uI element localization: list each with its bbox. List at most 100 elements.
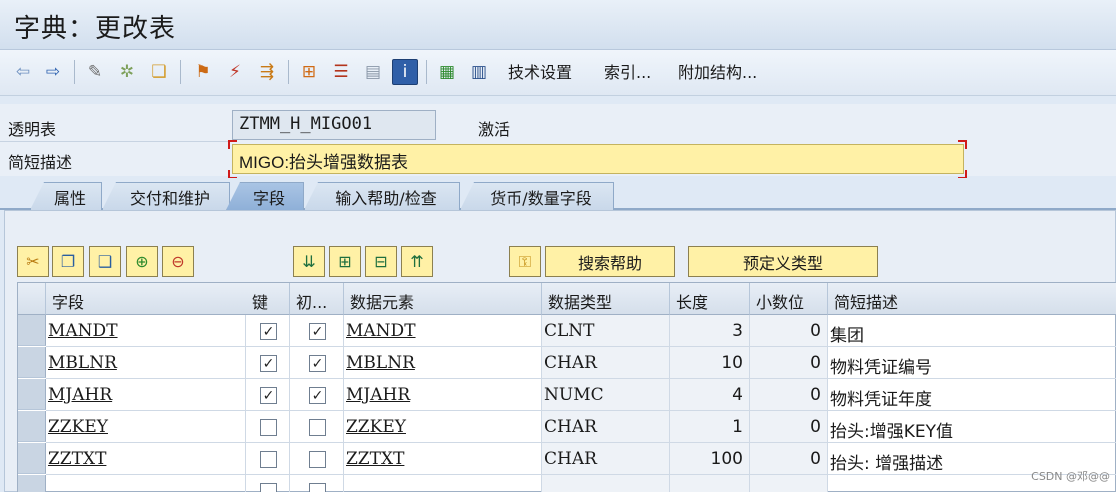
table-cell-desc: 集团 (828, 315, 1116, 347)
table-cell-field[interactable]: MBLNR (46, 347, 246, 379)
align-icon[interactable]: ☰ (328, 59, 354, 85)
col-header-init[interactable]: 初... (290, 283, 344, 315)
table-cell-length: 100 (670, 443, 750, 475)
table-cell-type: CLNT (542, 315, 670, 347)
info-icon[interactable]: i (392, 59, 418, 85)
where-used-icon[interactable]: ⚑ (190, 59, 216, 85)
search-help-button[interactable]: 搜索帮助 (545, 246, 675, 277)
tab-delivery-maintenance[interactable]: 交付和维护 (102, 182, 230, 210)
search-help-icon[interactable]: ⚿ (509, 246, 541, 277)
col-header-length[interactable]: 长度 (670, 283, 750, 315)
navigate-icon[interactable]: ⇶ (254, 59, 280, 85)
init-checkbox[interactable] (309, 419, 326, 436)
row-selector[interactable] (18, 411, 46, 442)
table-cell-type: CHAR (542, 443, 670, 475)
table-cell-type: CHAR (542, 411, 670, 443)
sort-down-icon[interactable]: ⇊ (293, 246, 325, 277)
table-cell-field[interactable]: ZZKEY (46, 411, 246, 443)
forward-arrow-icon[interactable]: ⇨ (40, 59, 66, 85)
hierarchy-icon[interactable]: ⊞ (296, 59, 322, 85)
key-checkbox[interactable]: ✓ (260, 323, 277, 340)
table-cell-element[interactable]: MANDT (344, 315, 542, 347)
tab-strip: 属性 交付和维护 字段 输入帮助/检查 货币/数量字段 (0, 178, 1116, 210)
sort-up-icon[interactable]: ⇈ (401, 246, 433, 277)
tech-settings-button[interactable]: 技术设置 (508, 62, 572, 84)
col-header-decimals[interactable]: 小数位 (750, 283, 828, 315)
init-checkbox[interactable] (309, 483, 326, 492)
watermark: CSDN @邓@@ (1031, 470, 1110, 483)
back-arrow-icon[interactable]: ⇦ (10, 59, 36, 85)
col-header-data-element[interactable]: 数据元素 (344, 283, 542, 315)
table-cell-decimals: 0 (750, 411, 828, 443)
table-cell-decimals: 0 (750, 347, 828, 379)
delete-row-icon[interactable]: ⊖ (162, 246, 194, 277)
key-checkbox[interactable] (260, 451, 277, 468)
tab-input-help-check[interactable]: 输入帮助/检查 (304, 182, 460, 210)
key-checkbox[interactable] (260, 419, 277, 436)
fields-table: 字段 键 初... 数据元素 数据类型 长度 小数位 简短描述 MANDT MAN… (17, 282, 1116, 492)
insert-field-icon[interactable]: ⊞ (329, 246, 361, 277)
delete-field-icon[interactable]: ⊟ (365, 246, 397, 277)
predefined-type-button[interactable]: 预定义类型 (688, 246, 878, 277)
table-cell-length: 3 (670, 315, 750, 347)
paste-icon[interactable]: ❑ (89, 246, 121, 277)
application-toolbar: ⇦ ⇨ ✎ ✲ ❏ ⚑ ⚡ ⇶ ⊞ ☰ ▤ i ▦ ▥ 技术设置 索引... 附… (0, 50, 1116, 96)
col-header-data-type[interactable]: 数据类型 (542, 283, 670, 315)
table-cell-length: 10 (670, 347, 750, 379)
transparent-table-label: 透明表 (8, 120, 57, 139)
table-cell-decimals: 0 (750, 443, 828, 475)
check-icon[interactable]: ✲ (114, 59, 140, 85)
table-cell-desc: 抬头:增强KEY值 (828, 411, 1116, 443)
init-checkbox[interactable]: ✓ (309, 355, 326, 372)
table-cell-element[interactable]: ZZTXT (344, 443, 542, 475)
key-checkbox[interactable]: ✓ (260, 387, 277, 404)
table-cell-field[interactable]: MANDT (46, 315, 246, 347)
init-checkbox[interactable]: ✓ (309, 387, 326, 404)
key-checkbox[interactable]: ✓ (260, 355, 277, 372)
table-cell-field[interactable]: MJAHR (46, 379, 246, 411)
init-checkbox[interactable]: ✓ (309, 323, 326, 340)
table-cell-decimals: 0 (750, 379, 828, 411)
tab-fields[interactable]: 字段 (226, 182, 304, 210)
display-change-icon[interactable]: ✎ (82, 59, 108, 85)
select-all-corner[interactable] (18, 283, 46, 315)
col-header-key[interactable]: 键 (246, 283, 290, 315)
status-text: 激活 (478, 120, 511, 139)
key-checkbox[interactable] (260, 483, 277, 492)
title-bar: 字典：更改表 (0, 0, 1116, 50)
tab-attributes[interactable]: 属性 (30, 182, 102, 210)
table-cell-field[interactable]: ZZTXT (46, 443, 246, 475)
table-cell-element[interactable]: MJAHR (344, 379, 542, 411)
columns-icon[interactable]: ▥ (466, 59, 492, 85)
insert-row-icon[interactable]: ⊕ (126, 246, 158, 277)
append-structure-button[interactable]: 附加结构... (678, 62, 757, 84)
col-header-short-desc[interactable]: 简短描述 (828, 283, 1116, 315)
layout-grid-icon[interactable]: ▦ (434, 59, 460, 85)
page-title: 字典：更改表 (14, 14, 177, 44)
table-name-field: ZTMM_H_MIGO01 (232, 110, 436, 140)
row-selector[interactable] (18, 475, 46, 492)
row-selector[interactable] (18, 347, 46, 378)
magic-wand-icon[interactable]: ⚡ (222, 59, 248, 85)
short-description-field[interactable]: MIGO:抬头增强数据表 (232, 144, 964, 174)
cut-icon[interactable]: ✂ (17, 246, 49, 277)
table-cell-element[interactable]: MBLNR (344, 347, 542, 379)
table-cell-decimals (750, 475, 828, 492)
table-cell-decimals: 0 (750, 315, 828, 347)
row-selector[interactable] (18, 379, 46, 410)
row-selector[interactable] (18, 443, 46, 474)
table-cell-field (46, 475, 246, 492)
table-view-icon[interactable]: ▤ (360, 59, 386, 85)
tab-currency-quantity[interactable]: 货币/数量字段 (460, 182, 614, 210)
index-button[interactable]: 索引... (604, 62, 651, 84)
activate-icon[interactable]: ❏ (146, 59, 172, 85)
copy-icon[interactable]: ❐ (52, 246, 84, 277)
col-header-field[interactable]: 字段 (46, 283, 264, 315)
short-desc-label: 简短描述 (8, 153, 73, 172)
table-cell-type: NUMC (542, 379, 670, 411)
table-cell-type (542, 475, 670, 492)
table-cell-type: CHAR (542, 347, 670, 379)
row-selector[interactable] (18, 315, 46, 346)
table-cell-element[interactable]: ZZKEY (344, 411, 542, 443)
init-checkbox[interactable] (309, 451, 326, 468)
